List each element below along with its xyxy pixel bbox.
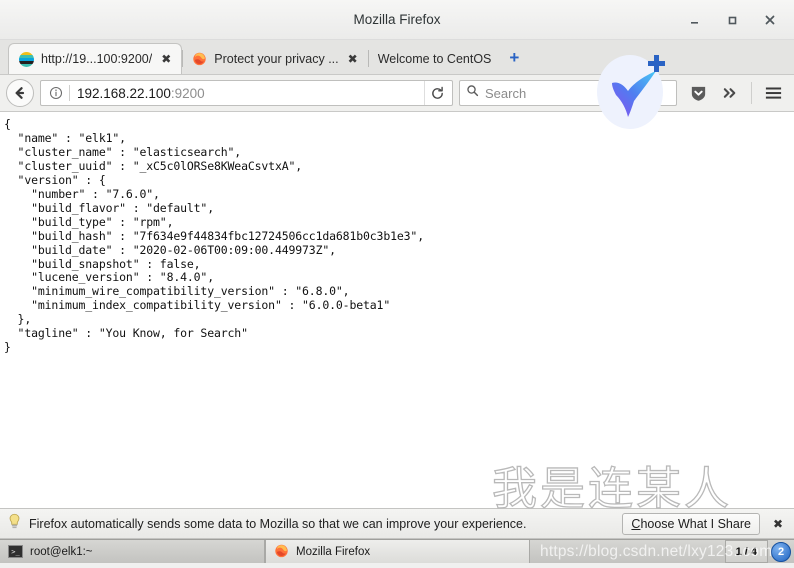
tab-elasticsearch[interactable]: http://19...100:9200/ ✖ [8, 43, 183, 74]
elasticsearch-icon [19, 51, 34, 67]
url-divider [69, 85, 70, 101]
taskbar-item-terminal[interactable]: >_ root@elk1:~ [0, 540, 265, 563]
terminal-icon: >_ [8, 545, 23, 558]
url-port: :9200 [170, 85, 205, 101]
tab-close-icon[interactable]: ✖ [159, 53, 173, 65]
new-tab-button[interactable]: + [509, 48, 519, 74]
tab-welcome-to-centos[interactable]: Welcome to CentOS [367, 43, 500, 74]
reload-icon[interactable] [424, 81, 450, 105]
tab-label: http://19...100:9200/ [41, 52, 153, 66]
tab-protect-your-privacy[interactable]: Protect your privacy ... ✖ [182, 43, 367, 74]
minimize-button[interactable] [676, 5, 712, 35]
info-icon[interactable] [47, 85, 64, 102]
data-notification-bar: Firefox automatically sends some data to… [0, 508, 794, 539]
tab-strip: http://19...100:9200/ ✖ Protect your pri… [0, 40, 794, 75]
close-button[interactable] [752, 5, 788, 35]
hamburger-menu-icon[interactable] [758, 79, 788, 107]
firefox-icon [192, 51, 207, 66]
lightbulb-icon [8, 513, 21, 535]
search-bar[interactable]: Search [459, 80, 677, 106]
pocket-shield-icon[interactable] [683, 79, 713, 107]
tab-label: Welcome to CentOS [377, 51, 492, 66]
window-title: Mozilla Firefox [353, 12, 441, 27]
page-content: { "name" : "elk1", "cluster_name" : "ela… [0, 112, 794, 508]
tab-close-icon[interactable]: ✖ [346, 53, 360, 65]
address-bar[interactable]: 192.168.22.100:9200 [40, 80, 453, 106]
taskbar-item-firefox[interactable]: Mozilla Firefox [265, 540, 530, 563]
taskbar-item-label: Mozilla Firefox [296, 545, 371, 558]
tray-badge-icon[interactable]: 2 [771, 541, 791, 562]
taskbar-right-area: 1 / 4 2 [724, 540, 794, 563]
title-bar: Mozilla Firefox [0, 0, 794, 40]
search-icon [466, 84, 479, 102]
firefox-icon [274, 543, 289, 561]
notification-close-icon[interactable]: ✖ [768, 517, 788, 531]
maximize-button[interactable] [714, 5, 750, 35]
tab-label: Protect your privacy ... [214, 51, 339, 66]
button-label-rest: hoose What I Share [640, 516, 751, 531]
choose-what-i-share-button[interactable]: Choose What I Share [622, 512, 760, 535]
workspace-pager[interactable]: 1 / 4 [724, 540, 768, 563]
url-text: 192.168.22.100:9200 [77, 86, 424, 101]
taskbar-item-label: root@elk1:~ [30, 545, 93, 558]
firefox-window: Mozilla Firefox http://19...100:9200/ ✖ [0, 0, 794, 568]
json-response-body: { "name" : "elk1", "cluster_name" : "ela… [4, 117, 424, 355]
notification-message: Firefox automatically sends some data to… [29, 516, 527, 531]
navigation-toolbar: 192.168.22.100:9200 Search [0, 75, 794, 112]
window-controls [676, 0, 788, 40]
back-arrow-icon[interactable] [6, 79, 34, 107]
toolbar-icon-group [683, 79, 788, 107]
toolbar-divider [751, 82, 752, 104]
search-input[interactable]: Search [485, 86, 526, 101]
desktop-taskbar: >_ root@elk1:~ Mozilla Firefox 1 / 4 2 [0, 539, 794, 563]
url-host: 192.168.22.100 [77, 85, 171, 101]
double-chevron-icon[interactable] [715, 79, 745, 107]
